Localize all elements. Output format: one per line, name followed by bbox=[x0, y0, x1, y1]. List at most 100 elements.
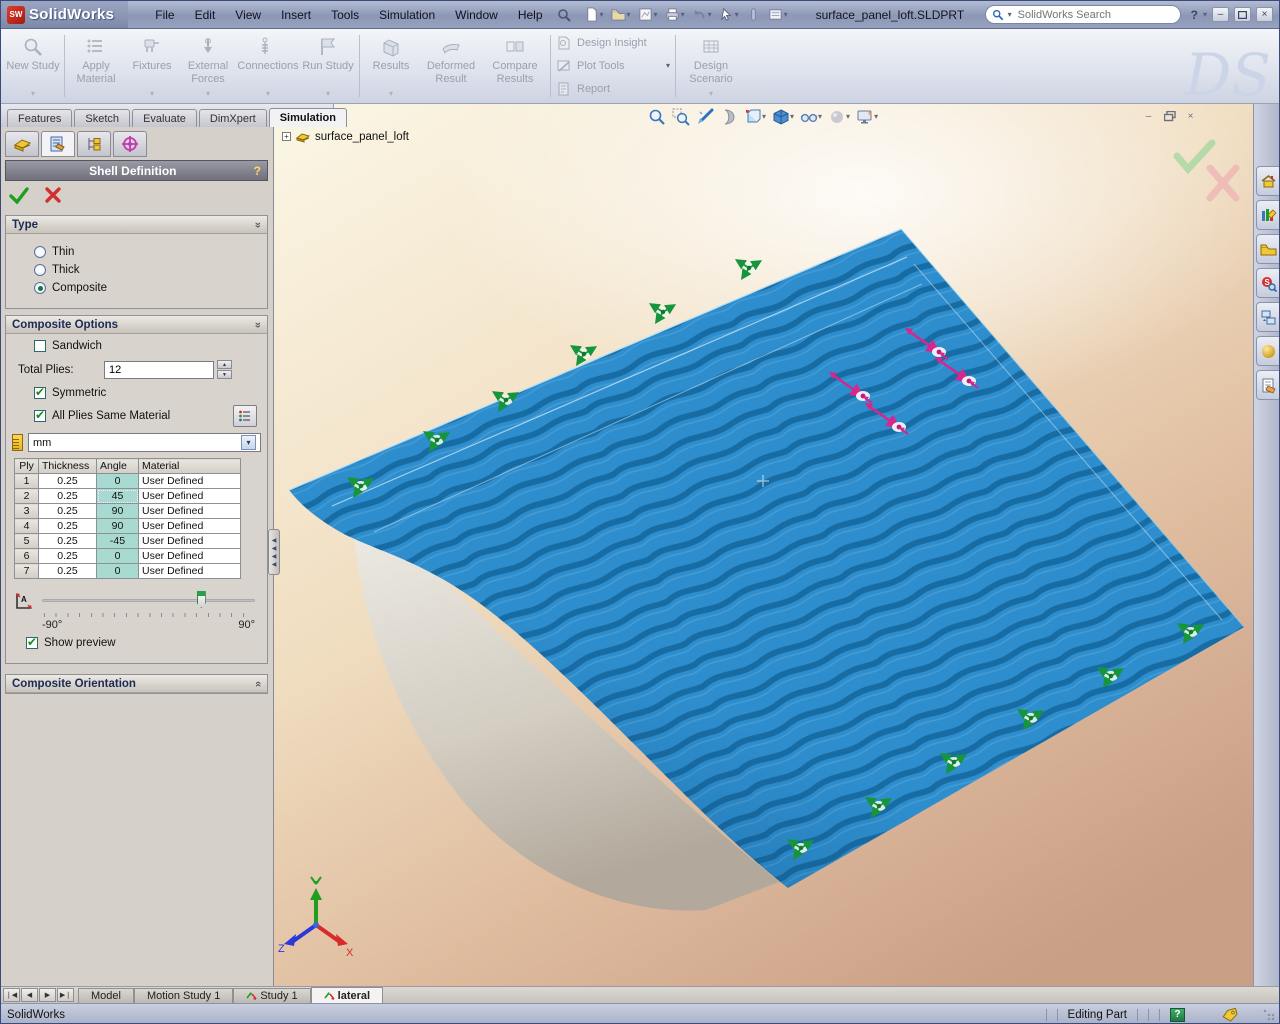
select-button[interactable]: ▾ bbox=[717, 6, 741, 23]
ribbon-results[interactable]: Results▾ bbox=[363, 31, 419, 101]
ribbon-plot-tools[interactable]: Plot Tools▾ bbox=[556, 58, 670, 74]
search-scope-caret[interactable]: ▾ bbox=[1008, 11, 1012, 19]
design-library-icon[interactable] bbox=[1256, 200, 1280, 230]
ribbon-fixtures[interactable]: Fixtures▾ bbox=[124, 31, 180, 101]
configuration-manager-icon[interactable] bbox=[77, 131, 111, 157]
menu-insert[interactable]: Insert bbox=[272, 6, 320, 24]
ribbon-apply-material[interactable]: Apply Material bbox=[68, 31, 124, 101]
dimxpert-manager-icon[interactable] bbox=[113, 131, 147, 157]
composite-options-header[interactable]: Composite Options « bbox=[6, 316, 267, 334]
angle-cell[interactable]: 90 bbox=[97, 519, 139, 534]
show-preview-checkbox[interactable]: ✔Show preview bbox=[26, 637, 261, 649]
zoom-to-fit-icon[interactable] bbox=[646, 107, 668, 127]
open-button[interactable]: ▾ bbox=[609, 6, 633, 23]
type-group-header[interactable]: Type « bbox=[6, 216, 267, 234]
last-tab-button[interactable]: ▶❘ bbox=[57, 988, 74, 1002]
menu-help[interactable]: Help bbox=[509, 6, 552, 24]
thickness-cell[interactable]: 0.25 bbox=[39, 549, 97, 564]
ply-cell[interactable]: 1 bbox=[15, 474, 39, 489]
angle-slider[interactable]: -90° 90° bbox=[42, 591, 255, 631]
radio-thin[interactable]: Thin bbox=[34, 246, 261, 258]
ribbon-design-scenario[interactable]: Design Scenario▾ bbox=[679, 31, 743, 101]
zoom-to-area-icon[interactable] bbox=[670, 107, 692, 127]
ply-cell[interactable]: 7 bbox=[15, 564, 39, 579]
angle-cell[interactable]: 90 bbox=[97, 504, 139, 519]
menu-tools[interactable]: Tools bbox=[322, 6, 368, 24]
ply-row[interactable]: 30.2590User Defined bbox=[15, 504, 241, 519]
search-box[interactable]: ▾ bbox=[985, 5, 1181, 24]
cancel-button[interactable] bbox=[43, 186, 63, 204]
tab-lateral[interactable]: lateral bbox=[311, 987, 383, 1003]
doc-restore-button[interactable] bbox=[1162, 110, 1177, 123]
panel-help-icon[interactable]: ? bbox=[254, 164, 261, 178]
apply-scene-icon[interactable]: ▾ bbox=[854, 107, 880, 127]
total-plies-spinner[interactable]: ▲▼ bbox=[217, 360, 232, 379]
previous-view-icon[interactable] bbox=[694, 107, 716, 127]
tab-sketch[interactable]: Sketch bbox=[74, 109, 130, 127]
doc-minimize-button[interactable]: – bbox=[1141, 110, 1156, 123]
custom-properties-icon[interactable] bbox=[1256, 370, 1280, 400]
previous-tab-button[interactable]: ◀ bbox=[21, 988, 38, 1002]
material-cell[interactable]: User Defined bbox=[139, 489, 241, 504]
ply-cell[interactable]: 5 bbox=[15, 534, 39, 549]
toggle-button[interactable] bbox=[744, 6, 763, 23]
first-tab-button[interactable]: ❘◀ bbox=[3, 988, 20, 1002]
slider-track[interactable] bbox=[42, 599, 255, 602]
tag-icon[interactable] bbox=[1221, 1008, 1239, 1022]
menu-file[interactable]: File bbox=[146, 6, 183, 24]
quick-tips-icon[interactable]: ? bbox=[1170, 1008, 1185, 1022]
help-button[interactable]: ? bbox=[1191, 8, 1198, 22]
next-tab-button[interactable]: ▶ bbox=[39, 988, 56, 1002]
tab-evaluate[interactable]: Evaluate bbox=[132, 109, 197, 127]
minimize-button[interactable]: – bbox=[1212, 7, 1229, 22]
thickness-cell[interactable]: 0.25 bbox=[39, 534, 97, 549]
menu-edit[interactable]: Edit bbox=[186, 6, 225, 24]
search-input[interactable] bbox=[1016, 8, 1174, 22]
material-cell[interactable]: User Defined bbox=[139, 549, 241, 564]
angle-cell[interactable]: 45 bbox=[97, 489, 139, 504]
tab-study-1[interactable]: Study 1 bbox=[233, 988, 310, 1003]
ribbon-run-study[interactable]: Run Study▾ bbox=[300, 31, 356, 101]
select-material-button[interactable] bbox=[233, 405, 257, 427]
slider-thumb[interactable] bbox=[197, 591, 206, 608]
material-cell[interactable]: User Defined bbox=[139, 504, 241, 519]
ply-row[interactable]: 60.250User Defined bbox=[15, 549, 241, 564]
material-cell[interactable]: User Defined bbox=[139, 519, 241, 534]
resize-grip[interactable] bbox=[1263, 1009, 1275, 1021]
ply-row[interactable]: 40.2590User Defined bbox=[15, 519, 241, 534]
new-document-button[interactable]: ▾ bbox=[582, 6, 606, 23]
material-cell[interactable]: User Defined bbox=[139, 534, 241, 549]
hide-show-items-icon[interactable]: ▾ bbox=[798, 107, 824, 127]
angle-cell[interactable]: 0 bbox=[97, 564, 139, 579]
thickness-cell[interactable]: 0.25 bbox=[39, 489, 97, 504]
feature-tree-icon[interactable] bbox=[5, 131, 39, 157]
ply-cell[interactable]: 2 bbox=[15, 489, 39, 504]
menu-pin-icon[interactable] bbox=[556, 7, 572, 23]
display-style-icon[interactable]: ▾ bbox=[770, 107, 796, 127]
tab-model[interactable]: Model bbox=[78, 988, 134, 1003]
thickness-cell[interactable]: 0.25 bbox=[39, 474, 97, 489]
sandwich-checkbox[interactable]: Sandwich bbox=[34, 340, 261, 352]
ply-cell[interactable]: 6 bbox=[15, 549, 39, 564]
all-plies-checkbox[interactable]: ✔All Plies Same Material bbox=[34, 405, 257, 427]
file-explorer-icon[interactable] bbox=[1256, 234, 1280, 264]
units-dropdown[interactable]: mm ▾ bbox=[28, 433, 261, 452]
thickness-cell[interactable]: 0.25 bbox=[39, 519, 97, 534]
composite-orientation-header[interactable]: Composite Orientation « bbox=[6, 675, 267, 693]
ribbon-compare-results[interactable]: Compare Results bbox=[483, 31, 547, 101]
menu-view[interactable]: View bbox=[226, 6, 270, 24]
thickness-cell[interactable]: 0.25 bbox=[39, 564, 97, 579]
help-caret[interactable]: ▾ bbox=[1203, 11, 1207, 19]
radio-thick[interactable]: Thick bbox=[34, 264, 261, 276]
tab-dimxpert[interactable]: DimXpert bbox=[199, 109, 267, 127]
menu-simulation[interactable]: Simulation bbox=[370, 6, 444, 24]
angle-cell[interactable]: -45 bbox=[97, 534, 139, 549]
tree-expand-icon[interactable]: + bbox=[282, 132, 291, 141]
ply-cell[interactable]: 4 bbox=[15, 519, 39, 534]
feature-tree-item[interactable]: + surface_panel_loft bbox=[282, 130, 409, 143]
ribbon-external-forces[interactable]: External Forces▾ bbox=[180, 31, 236, 101]
ply-cell[interactable]: 3 bbox=[15, 504, 39, 519]
ribbon-design-insight[interactable]: Design Insight bbox=[556, 35, 670, 51]
tab-features[interactable]: Features bbox=[7, 109, 72, 127]
ribbon-report[interactable]: Report bbox=[556, 81, 670, 97]
